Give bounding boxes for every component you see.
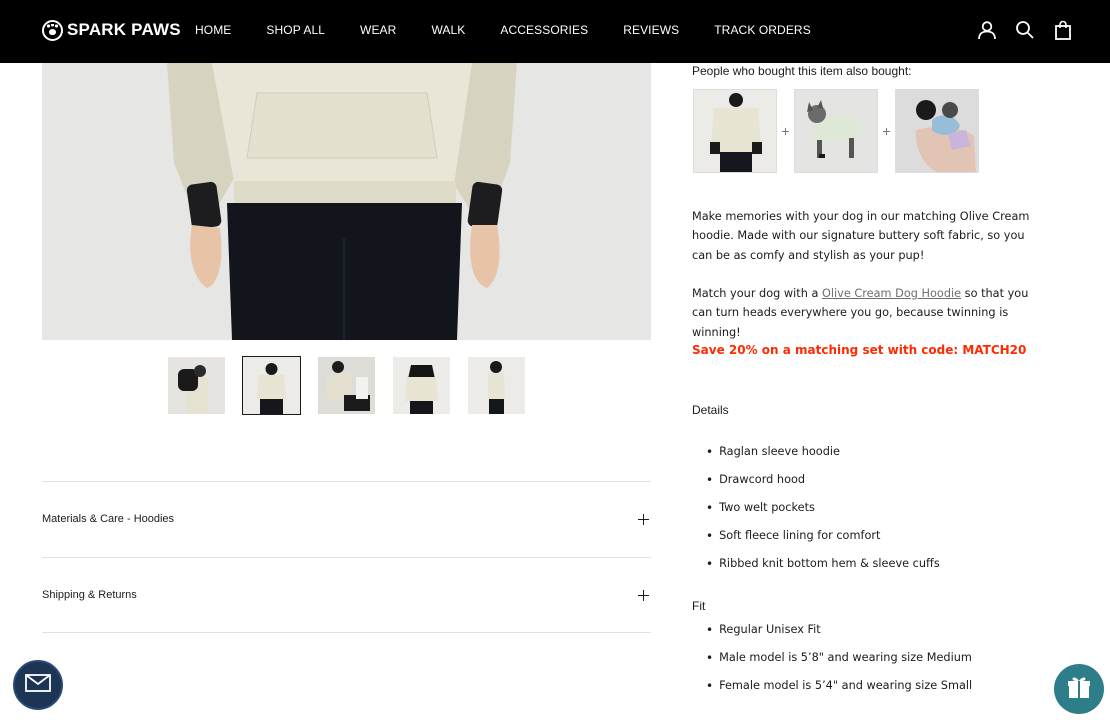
nav-walk[interactable]: WALK	[431, 23, 465, 37]
cart-icon[interactable]	[1053, 20, 1073, 40]
details-item: Ribbed knit bottom hem & sleeve cuffs	[706, 557, 940, 585]
fit-list: Regular Unisex Fit Male model is 5’8" an…	[706, 623, 972, 707]
search-icon[interactable]	[1015, 20, 1035, 40]
paw-logo-icon	[42, 19, 63, 41]
fit-heading: Fit	[692, 599, 706, 613]
nav-wear[interactable]: WEAR	[360, 23, 396, 37]
envelope-icon	[24, 672, 52, 699]
plus-icon[interactable]	[638, 513, 649, 525]
main-nav: HOME SHOP ALL WEAR WALK ACCESSORIES REVI…	[195, 23, 846, 37]
thumbnail-3[interactable]	[318, 357, 375, 414]
accordion-divider	[42, 557, 651, 558]
bundle-item-hoodie[interactable]	[693, 89, 777, 173]
olive-cream-dog-hoodie-link[interactable]: Olive Cream Dog Hoodie	[822, 287, 961, 300]
fit-item: Female model is 5’4" and wearing size Sm…	[706, 679, 972, 707]
product-description: Make memories with your dog in our match…	[692, 210, 1030, 262]
rewards-widget[interactable]	[1054, 664, 1104, 714]
accordion-title: Materials & Care - Hoodies	[42, 513, 175, 525]
bundle-item-dog-hoodie[interactable]	[794, 89, 878, 173]
brand-logo[interactable]: SPARK PAWS	[42, 18, 181, 42]
accordion-title: Shipping & Returns	[42, 589, 137, 601]
newsletter-widget[interactable]	[13, 660, 63, 710]
product-main-image[interactable]	[42, 63, 651, 340]
accordion-shipping-returns[interactable]: Shipping & Returns	[42, 580, 651, 610]
fit-item: Male model is 5’8" and wearing size Medi…	[706, 651, 972, 679]
plus-separator: +	[781, 123, 790, 139]
match-paragraph: Match your dog with a Olive Cream Dog Ho…	[692, 284, 1032, 342]
also-bought-heading: People who bought this item also bought:	[692, 64, 912, 78]
details-item: Soft fleece lining for comfort	[706, 529, 940, 557]
details-item: Raglan sleeve hoodie	[706, 445, 940, 473]
gift-icon	[1066, 674, 1092, 705]
nav-reviews[interactable]: REVIEWS	[623, 23, 679, 37]
details-item: Two welt pockets	[706, 501, 940, 529]
thumbnail-2[interactable]	[242, 356, 301, 415]
thumbnail-4[interactable]	[393, 357, 450, 414]
fit-item: Regular Unisex Fit	[706, 623, 972, 651]
brand-name: SPARK PAWS	[67, 20, 181, 39]
plus-separator: +	[882, 123, 891, 139]
accordion-materials-care[interactable]: Materials & Care - Hoodies	[42, 504, 651, 534]
plus-icon[interactable]	[638, 589, 649, 601]
thumbnail-5[interactable]	[468, 357, 525, 414]
account-icon[interactable]	[977, 20, 997, 40]
match-text-prefix: Match your dog with a	[692, 287, 822, 300]
promo-code-text: Save 20% on a matching set with code: MA…	[692, 343, 1027, 357]
accordion-divider	[42, 632, 651, 633]
nav-home[interactable]: HOME	[195, 23, 231, 37]
frequently-bought-bundle: + +	[693, 89, 979, 173]
nav-shop-all[interactable]: SHOP ALL	[266, 23, 325, 37]
site-header: SPARK PAWS HOME SHOP ALL WEAR WALK ACCES…	[0, 0, 1110, 63]
bundle-item-dog-sweater[interactable]	[895, 89, 979, 173]
nav-track-orders[interactable]: TRACK ORDERS	[714, 23, 811, 37]
thumbnail-1[interactable]	[168, 357, 225, 414]
details-list: Raglan sleeve hoodie Drawcord hood Two w…	[706, 445, 940, 585]
details-heading: Details	[692, 403, 729, 417]
accordion-divider	[42, 481, 651, 482]
details-item: Drawcord hood	[706, 473, 940, 501]
thumbnail-strip	[168, 356, 543, 415]
nav-accessories[interactable]: ACCESSORIES	[500, 23, 588, 37]
